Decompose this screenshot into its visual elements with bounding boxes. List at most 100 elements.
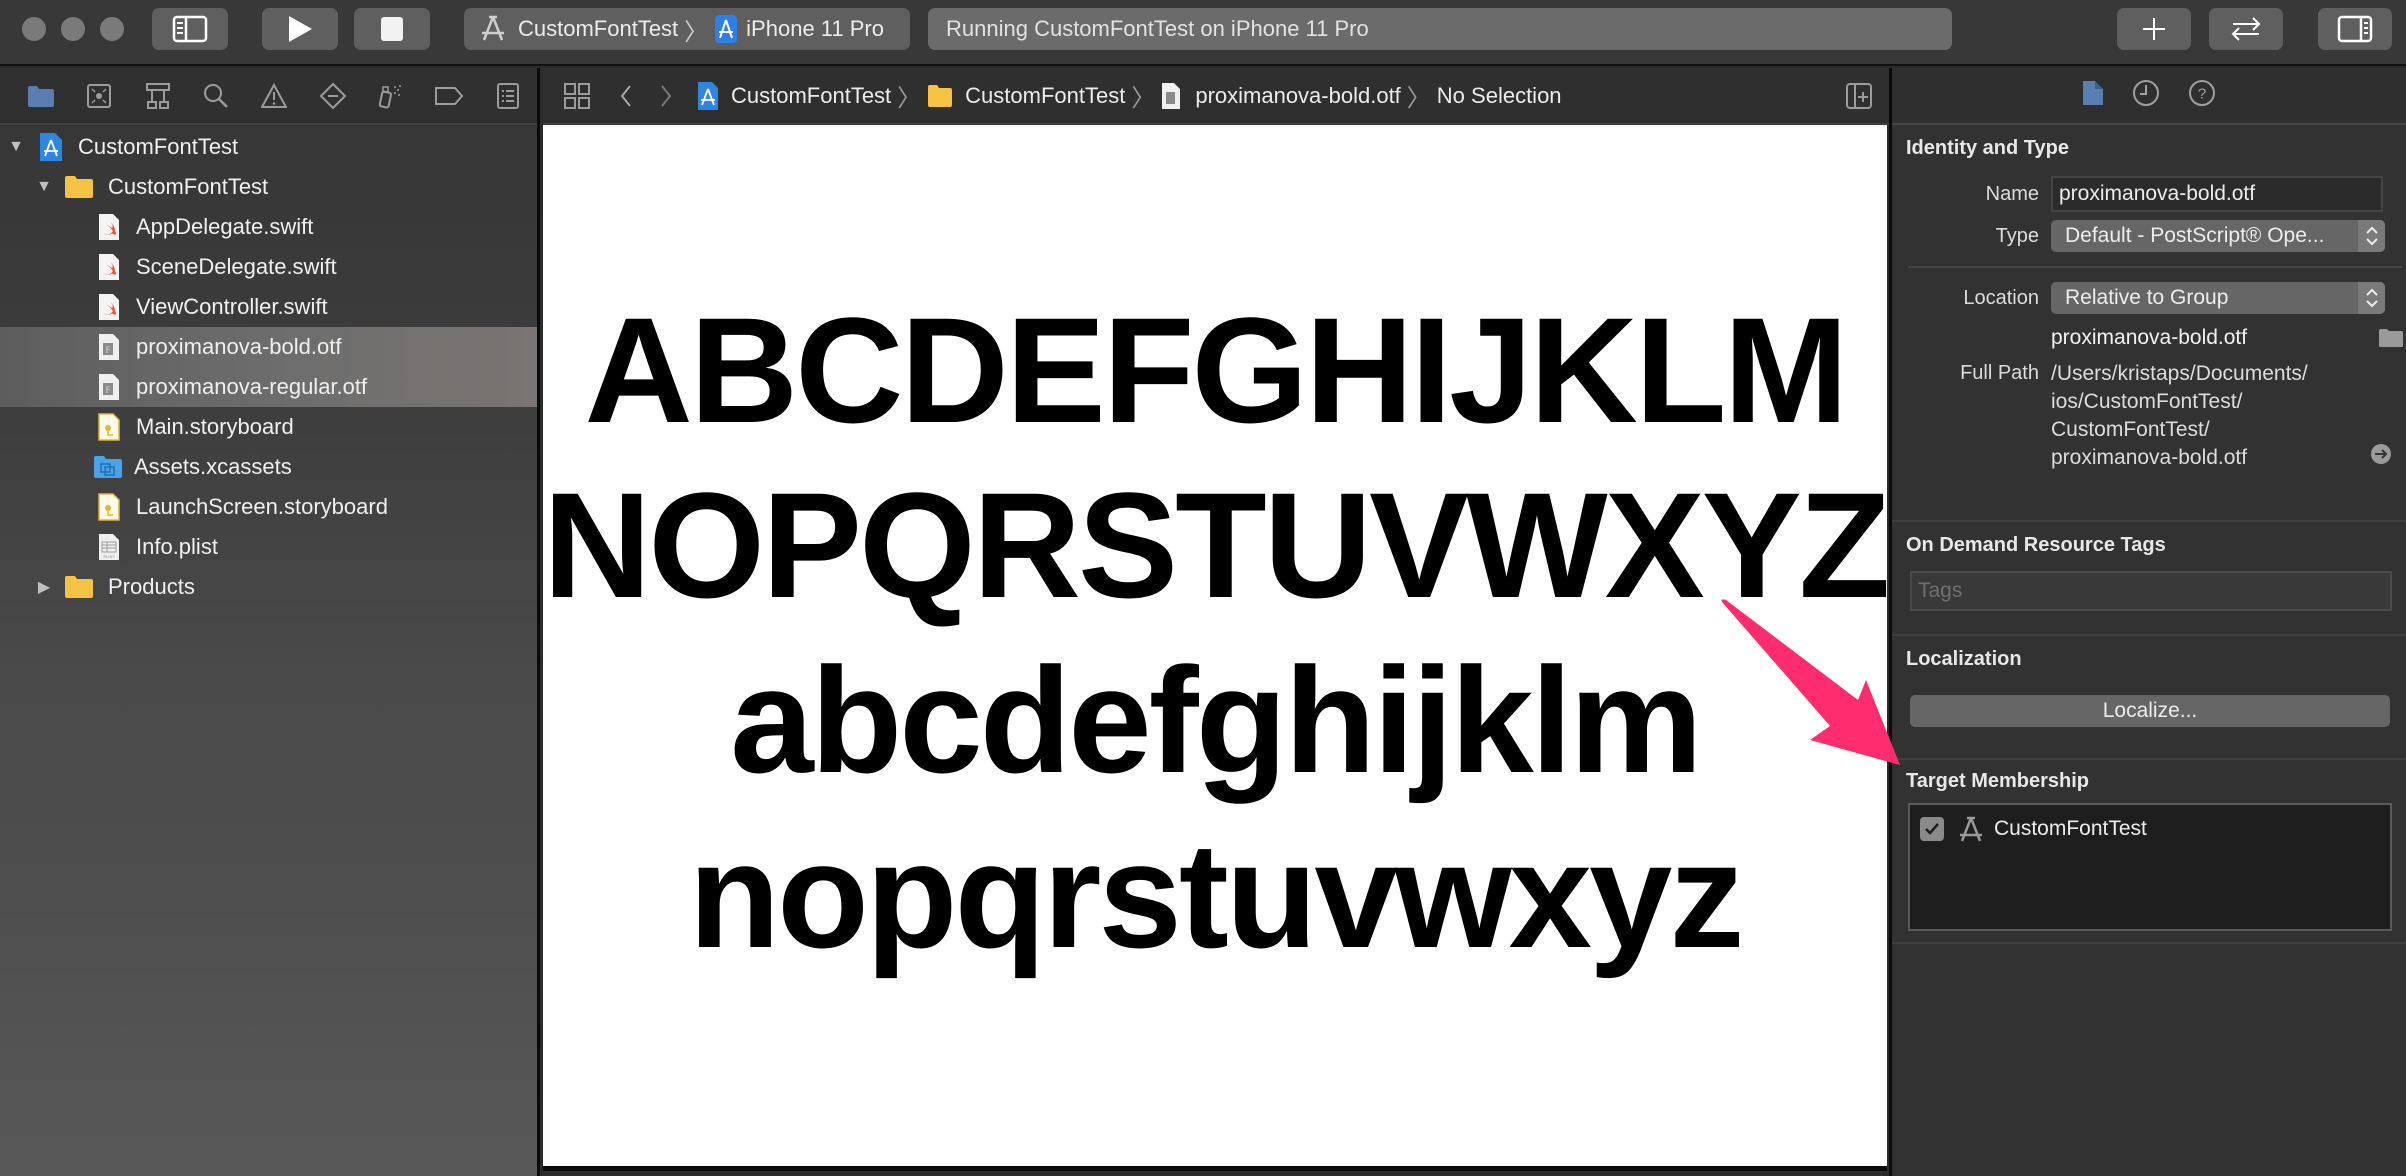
breadcrumb-no-selection[interactable]: No Selection — [1437, 83, 1562, 109]
font-preview-uppercase-2: NOPQRSTUVWXYZ — [543, 461, 1890, 629]
breadcrumb-file[interactable]: proximanova-bold.otf — [1161, 82, 1401, 110]
project-tree: ▼ CustomFontTest ▼ CustomFontTest AppDel… — [0, 125, 537, 607]
tree-item-file[interactable]: SceneDelegate.swift — [0, 247, 537, 287]
tree-item-label: AppDelegate.swift — [136, 214, 314, 239]
tree-item-file[interactable]: LaunchScreen.storyboard — [0, 487, 537, 527]
inspector-tab-bar: ? — [1892, 68, 2406, 125]
location-label: Location — [1963, 286, 2039, 309]
tree-item-file[interactable]: AppDelegate.swift — [0, 207, 537, 247]
tree-item-label: CustomFontTest — [78, 134, 239, 159]
asset-catalog-icon — [93, 452, 123, 482]
source-control-icon — [87, 83, 112, 108]
xcode-project-icon — [38, 132, 64, 162]
stop-button[interactable] — [354, 8, 430, 50]
target-checkbox[interactable] — [1920, 817, 1944, 841]
code-review-button[interactable] — [2209, 8, 2283, 50]
zoom-window-button[interactable] — [100, 17, 124, 41]
tree-item-file[interactable]: PLIST Info.plist — [0, 527, 537, 567]
target-row[interactable]: CustomFontTest — [1920, 815, 2390, 843]
tree-item-group[interactable]: ▶ Products — [0, 567, 537, 607]
scheme-device-label: iPhone 11 Pro — [746, 16, 884, 41]
name-field[interactable]: proximanova-bold.otf — [2051, 176, 2383, 212]
stop-icon — [381, 17, 403, 41]
add-editor-button[interactable] — [1845, 82, 1873, 116]
tags-input[interactable]: Tags — [1910, 571, 2392, 611]
tab-source-control-navigator[interactable] — [70, 76, 128, 116]
tree-item-file[interactable]: ViewController.swift — [0, 287, 537, 327]
breadcrumb-separator: 〉 — [1131, 85, 1156, 112]
toggle-inspector-button[interactable] — [2318, 8, 2392, 50]
tab-file-inspector[interactable] — [2082, 80, 2104, 111]
window-toolbar: CustomFontTest 〉 iPhone 11 Pro Running C… — [0, 0, 2406, 66]
disclosure-expanded-icon[interactable]: ▼ — [6, 137, 26, 157]
tree-item-label: Assets.xcassets — [134, 454, 292, 479]
font-file-icon: F — [96, 372, 122, 402]
tree-item-group[interactable]: ▼ CustomFontTest — [0, 167, 537, 207]
tab-debug-navigator[interactable] — [362, 76, 420, 116]
folder-icon — [928, 84, 953, 107]
tree-item-file-selected[interactable]: F proximanova-bold.otf — [0, 327, 537, 367]
folder-icon — [2379, 329, 2403, 347]
checkmark-icon — [1925, 823, 1939, 835]
tab-test-navigator[interactable] — [304, 76, 362, 116]
tree-item-label: proximanova-regular.otf — [136, 374, 368, 399]
section-title: Identity and Type — [1906, 137, 2069, 159]
localization-section: Localization Localize... — [1892, 636, 2406, 760]
localize-button[interactable]: Localize... — [1910, 695, 2390, 727]
file-inspector-pane: ? Identity and Type Name proximanova-bol… — [1889, 68, 2406, 1176]
font-file-icon: F — [96, 332, 122, 362]
tab-issue-navigator[interactable] — [245, 76, 303, 116]
activity-status-bar: Running CustomFontTest on iPhone 11 Pro — [928, 8, 1952, 50]
tab-breakpoint-navigator[interactable] — [420, 76, 478, 116]
location-popup[interactable]: Relative to Group — [2051, 282, 2385, 314]
full-path-line: proximanova-bold.otf — [2051, 446, 2248, 469]
back-button[interactable] — [611, 83, 641, 109]
breadcrumb-project[interactable]: CustomFontTest — [697, 81, 891, 111]
tab-report-navigator[interactable] — [479, 76, 537, 116]
reveal-in-finder-button[interactable] — [2370, 443, 2392, 470]
activity-status-text: Running CustomFontTest on iPhone 11 Pro — [946, 16, 1369, 41]
storyboard-file-icon — [96, 492, 122, 522]
tree-item-label: proximanova-bold.otf — [136, 334, 342, 359]
swift-file-icon — [96, 292, 122, 322]
minimize-window-button[interactable] — [61, 17, 85, 41]
name-label: Name — [1985, 182, 2039, 205]
tab-find-navigator[interactable] — [187, 76, 245, 116]
scheme-selector[interactable]: CustomFontTest 〉 iPhone 11 Pro — [464, 8, 910, 50]
app-target-icon — [482, 15, 504, 41]
tab-history-inspector[interactable] — [2132, 79, 2160, 112]
ios-device-icon — [715, 15, 738, 43]
svg-text:F: F — [105, 385, 110, 395]
forward-button[interactable] — [651, 83, 681, 109]
name-row: Name proximanova-bold.otf — [1892, 176, 2406, 212]
disclosure-collapsed-icon[interactable]: ▶ — [34, 577, 54, 597]
tree-item-file[interactable]: Assets.xcassets — [0, 447, 537, 487]
tree-item-file-selected[interactable]: F proximanova-regular.otf — [0, 367, 537, 407]
chevron-up-down-icon — [2358, 282, 2385, 314]
section-title: Localization — [1906, 648, 2022, 670]
tab-project-navigator[interactable] — [12, 76, 70, 116]
location-row: Location Relative to Group — [1892, 282, 2406, 314]
grid-icon — [564, 82, 590, 109]
toggle-navigator-button[interactable] — [152, 8, 228, 50]
tree-item-project[interactable]: ▼ CustomFontTest — [0, 127, 537, 167]
disclosure-expanded-icon[interactable]: ▼ — [34, 177, 54, 197]
list-icon — [496, 82, 519, 109]
full-path-value: /Users/kristaps/Documents/ ios/CustomFon… — [2051, 360, 2308, 472]
tree-item-file[interactable]: Main.storyboard — [0, 407, 537, 447]
type-popup[interactable]: Default - PostScript® Ope... — [2051, 220, 2385, 252]
breadcrumb-group[interactable]: CustomFontTest — [927, 83, 1125, 109]
run-button[interactable] — [262, 8, 338, 50]
resource-tags-section: On Demand Resource Tags Tags — [1892, 522, 2406, 636]
close-window-button[interactable] — [22, 17, 46, 41]
related-items-button[interactable] — [557, 82, 597, 110]
play-icon — [289, 16, 312, 42]
tab-quick-help-inspector[interactable]: ? — [2188, 79, 2216, 112]
spray-icon — [378, 84, 402, 108]
tree-item-label: Info.plist — [136, 534, 218, 559]
full-path-line: CustomFontTest/ — [2051, 418, 2210, 441]
tab-symbol-navigator[interactable] — [129, 76, 187, 116]
choose-location-button[interactable] — [2378, 328, 2404, 353]
font-preview-lowercase-1: abcdefghijklm — [730, 636, 1703, 804]
library-button[interactable] — [2117, 8, 2191, 50]
